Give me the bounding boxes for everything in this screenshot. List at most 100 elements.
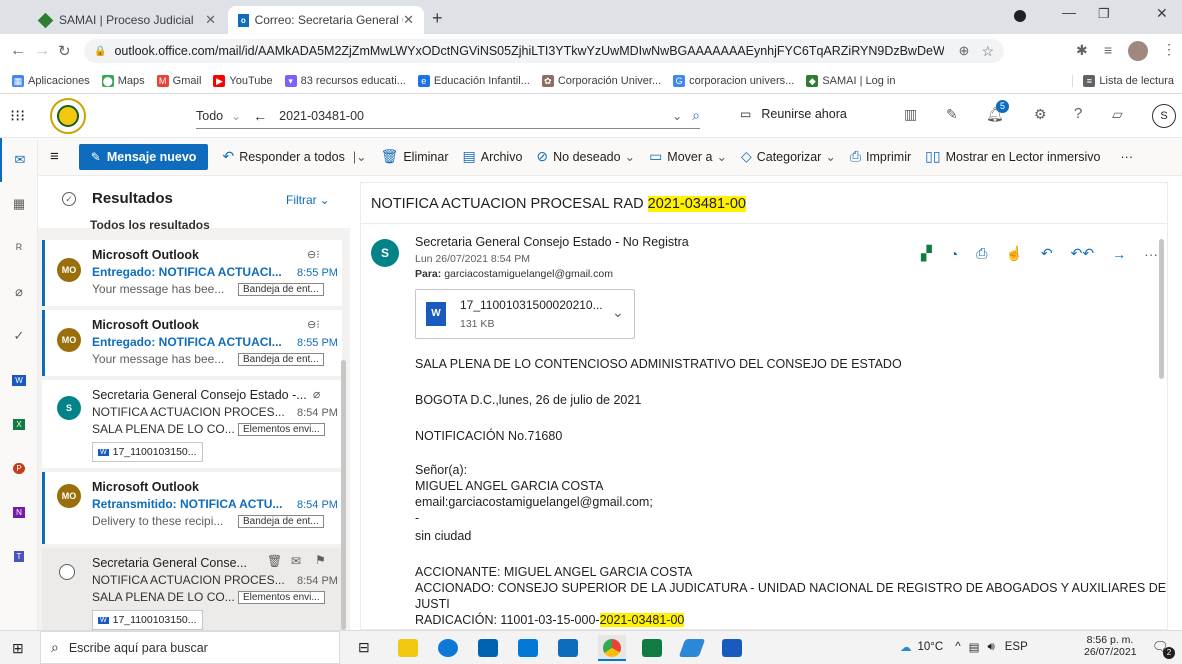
bookmark-samai[interactable]: ◆ SAMAI | Log in [806,74,896,87]
search-box[interactable]: Todo ⌄ ← 2021-03481-00 ⌄ ⌕ [196,103,700,129]
teams-app-icon[interactable]: T [0,534,38,578]
reload-icon[interactable]: ↻ [58,42,71,60]
chrome-menu-icon[interactable]: ⋮ [1162,41,1176,58]
bookmark-google-search[interactable]: Gcorporacion univers... [673,74,794,87]
settings-gear-icon[interactable]: ⚙ [1034,106,1047,123]
bookmark-recursos[interactable]: ▾ 83 recursos educati... [284,74,406,87]
new-message-button[interactable]: ✎ Mensaje nuevo [78,143,209,170]
select-all-check-icon[interactable]: ✓ [62,192,76,206]
excel-taskbar-icon[interactable] [642,639,662,657]
taskbar-search[interactable]: ⌕ Escribe aquí para buscar [40,631,340,664]
extensions-icon[interactable]: ✱ [1076,42,1088,59]
addin-icon[interactable]: ▞ [921,245,932,262]
profile-icon[interactable] [1014,10,1026,22]
archive-button[interactable]: ▤ Archivo [463,148,523,165]
more-icon[interactable]: ··· [1144,246,1158,262]
excel-icon[interactable]: X [0,402,38,446]
file-explorer-icon[interactable] [398,639,418,657]
install-app-icon[interactable]: ⊕ [959,43,970,59]
list-item-selected[interactable]: Secretaria General Conse... 🗑︎ ✉ ⚑ NOTIF… [42,548,342,630]
people-icon[interactable]: ᴿ [0,226,38,270]
bookmark-corporacion[interactable]: ✿ Corporación Univer... [541,74,661,87]
bookmark-maps[interactable]: ⬤ Maps [101,74,145,87]
close-tab-icon[interactable]: ✕ [205,12,216,28]
list-item[interactable]: MO Microsoft Outlook ⊖⁝ Entregado: NOTIF… [42,240,342,306]
meet-now-button[interactable]: ▭ Reunirse ahora [740,107,847,121]
browser-tab-outlook[interactable]: o Correo: Secretaria General Conse ✕ [228,6,424,34]
attachments-icon[interactable]: ⌀ [0,270,38,314]
attachment-chip[interactable]: W 17_1100103150... [92,442,203,462]
print-icon[interactable]: ⎙ [976,245,987,262]
account-avatar[interactable]: S [1152,104,1176,128]
flag-icon[interactable]: ⚑ [315,553,326,567]
teams-icon[interactable]: ▥ [904,106,917,123]
attachment-card[interactable]: W 17_11001031500020210... 131 KB ⌄ [415,289,635,339]
volume-icon[interactable]: 🔊︎ [987,641,994,654]
immersive-reader-button[interactable]: ▯▯ Mostrar en Lector inmersivo [925,148,1100,165]
reading-scrollbar[interactable] [1159,239,1164,379]
windows-start-icon[interactable]: ⊞ [12,640,24,657]
restore-icon[interactable]: ❐ [1098,6,1110,22]
bookmark-gmail[interactable]: M Gmail [156,74,201,87]
clock[interactable]: 8:56 p. m. 26/07/2021 [1084,634,1137,658]
network-icon[interactable]: ▤ [969,640,980,654]
move-to-button[interactable]: ▭ Mover a ⌄ [649,148,727,165]
reply-all-icon[interactable]: ↶↶ [1071,245,1094,262]
list-scrollbar[interactable] [341,360,346,630]
feedback-icon[interactable]: ▱ [1112,106,1123,123]
back-arrow-icon[interactable]: ← [253,108,267,124]
list-item[interactable]: S Secretaria General Consejo Estado -...… [42,380,342,468]
reply-all-button[interactable]: ↶ Responder a todos |⌄ [222,148,366,165]
new-tab-button[interactable]: + [432,8,443,29]
list-item[interactable]: MO Microsoft Outlook ⊖⁝ Entregado: NOTIF… [42,310,342,376]
select-radio[interactable] [59,564,75,580]
task-view-icon[interactable]: ⊟ [358,639,370,656]
like-icon[interactable]: ☝ [1005,245,1022,262]
powerpoint-icon[interactable]: P [0,446,38,490]
search-scope[interactable]: Todo [196,109,223,123]
outlook-app-icon[interactable] [558,639,578,657]
search-input[interactable]: 2021-03481-00 [279,109,364,123]
delete-button[interactable]: 🗑︎ Eliminar [381,148,449,165]
edge-icon[interactable] [438,639,458,657]
bookmark-educacion[interactable]: e Educación Infantil... [417,74,530,87]
more-actions-button[interactable]: ··· [1121,150,1134,164]
search-options-chevron-icon[interactable]: ⌄ [672,109,682,123]
tray-chevron-icon[interactable]: ^ [955,641,960,653]
reading-list-icon[interactable]: ≡ [1104,42,1112,58]
user-avatar-icon[interactable] [1128,41,1148,61]
help-icon[interactable]: ? [1074,105,1082,122]
categorize-button[interactable]: ◇ Categorizar ⌄ [741,148,836,165]
filter-button[interactable]: Filtrar ⌄ [286,193,330,207]
store-icon[interactable] [518,639,538,657]
sender-name[interactable]: Secretaria General Consejo Estado - No R… [415,235,689,249]
chevron-down-icon[interactable]: ⌄ [612,304,624,321]
attachment-chip[interactable]: W 17_1100103150... [92,610,203,630]
reading-list-button[interactable]: ≡ Lista de lectura [1072,74,1174,87]
forward-icon[interactable]: → [34,42,50,60]
back-icon[interactable]: ← [10,42,26,60]
app-icon[interactable] [678,639,706,657]
window-close-icon[interactable]: ✕ [1156,5,1168,22]
forward-icon[interactable]: → [1112,246,1126,262]
reply-icon[interactable]: ↶ [1041,245,1053,262]
search-icon[interactable]: ⌕ [692,107,700,124]
word-taskbar-icon[interactable] [722,639,742,657]
junk-button[interactable]: ⊘ No deseado ⌄ [536,148,635,165]
hamburger-menu-icon[interactable]: ≡ [50,148,59,165]
mark-unread-icon[interactable]: ✉ [291,554,301,568]
bookmark-apps[interactable]: ▦ Aplicaciones [12,74,90,87]
onenote-icon[interactable]: N [0,490,38,534]
bookmark-youtube[interactable]: ▶ YouTube [213,74,273,87]
word-icon[interactable]: W [0,358,38,402]
todo-icon[interactable]: ✓ [0,314,38,358]
browser-tab-samai[interactable]: SAMAI | Proceso Judicial ✕ [30,6,226,34]
minimize-icon[interactable]: — [1062,4,1076,20]
calendar-icon[interactable]: ▦ [0,182,38,226]
bookmark-star-icon[interactable]: ☆ [981,43,994,60]
close-tab-icon[interactable]: ✕ [403,12,414,28]
chrome-taskbar-active[interactable] [598,635,626,661]
mail-icon[interactable]: ✉ [0,138,38,182]
weather-cloud-icon[interactable]: ☁ [900,640,912,654]
list-item[interactable]: MO Microsoft Outlook Retransmitido: NOTI… [42,472,342,544]
